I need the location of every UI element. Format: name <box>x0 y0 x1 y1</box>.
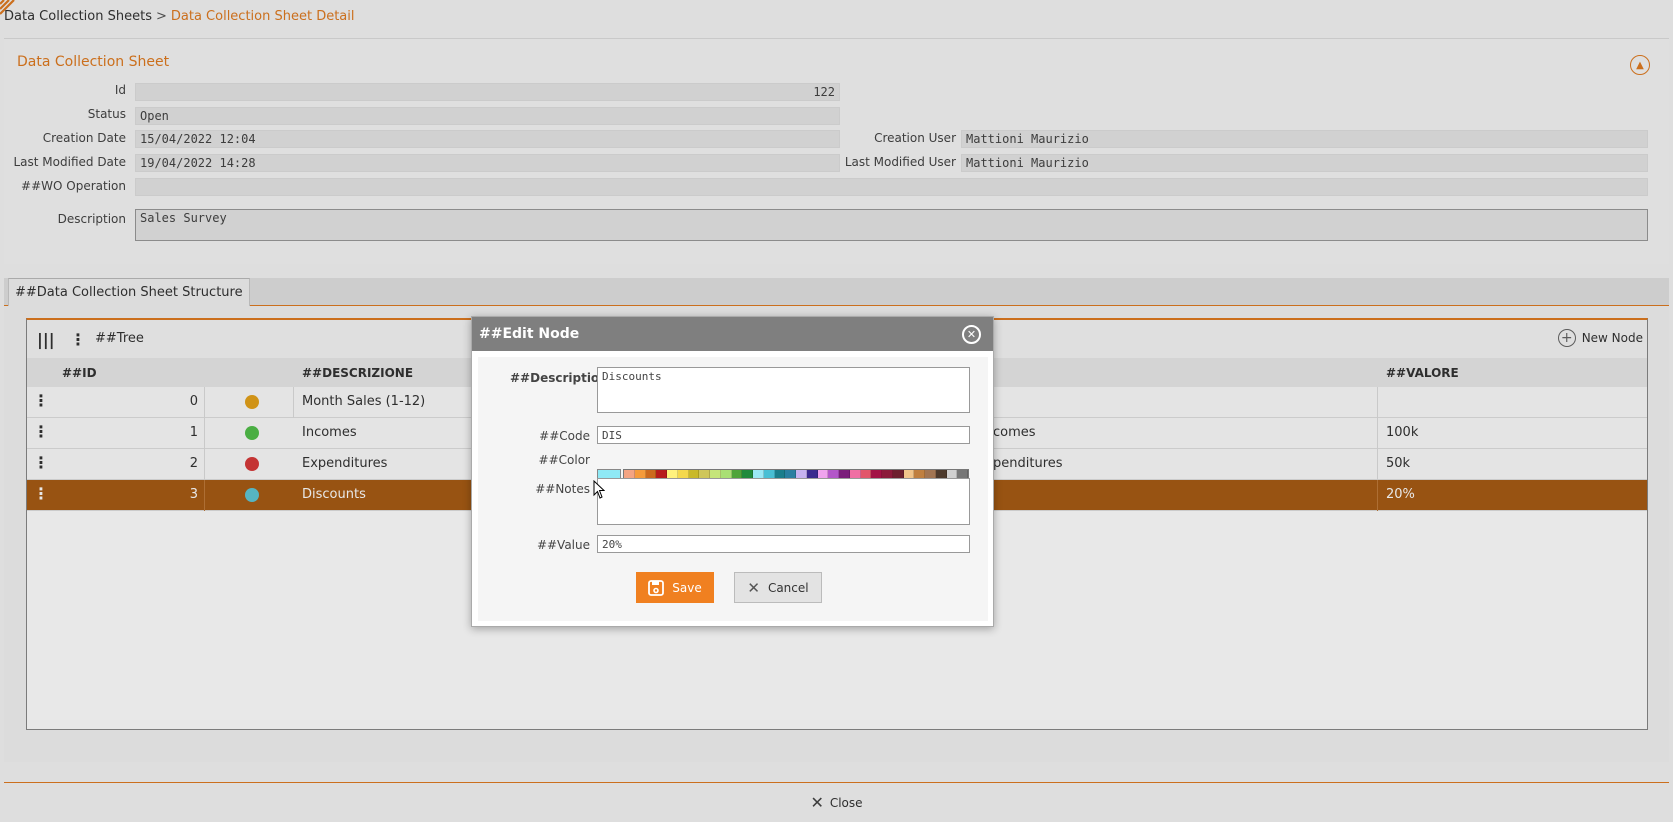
cancel-label: Cancel <box>767 580 809 595</box>
save-icon <box>648 579 665 596</box>
save-label: Save <box>672 580 702 595</box>
cancel-icon: ✕ <box>747 578 760 597</box>
code-input[interactable] <box>597 426 970 444</box>
dialog-title: ##Edit Node <box>479 326 580 342</box>
notes-label: ##Notes <box>535 482 590 496</box>
cancel-button[interactable]: ✕ Cancel <box>734 572 822 603</box>
description-textarea[interactable]: Discounts <box>597 367 970 413</box>
value-label: ##Value <box>536 538 590 552</box>
description-label: ##Description <box>510 371 608 385</box>
dialog-title-bar: ##Edit Node ✕ <box>472 317 993 351</box>
edit-node-dialog: ##Edit Node ✕ ##Description Discounts ##… <box>471 316 994 627</box>
dialog-body: ##Description Discounts ##Code ##Color #… <box>478 357 988 621</box>
value-input[interactable] <box>597 535 970 553</box>
color-label: ##Color <box>538 453 590 467</box>
dialog-close-icon[interactable]: ✕ <box>962 325 981 344</box>
code-label: ##Code <box>539 429 590 443</box>
notes-textarea[interactable] <box>597 478 970 525</box>
save-button[interactable]: Save <box>636 572 714 603</box>
mouse-cursor-icon <box>593 480 605 499</box>
